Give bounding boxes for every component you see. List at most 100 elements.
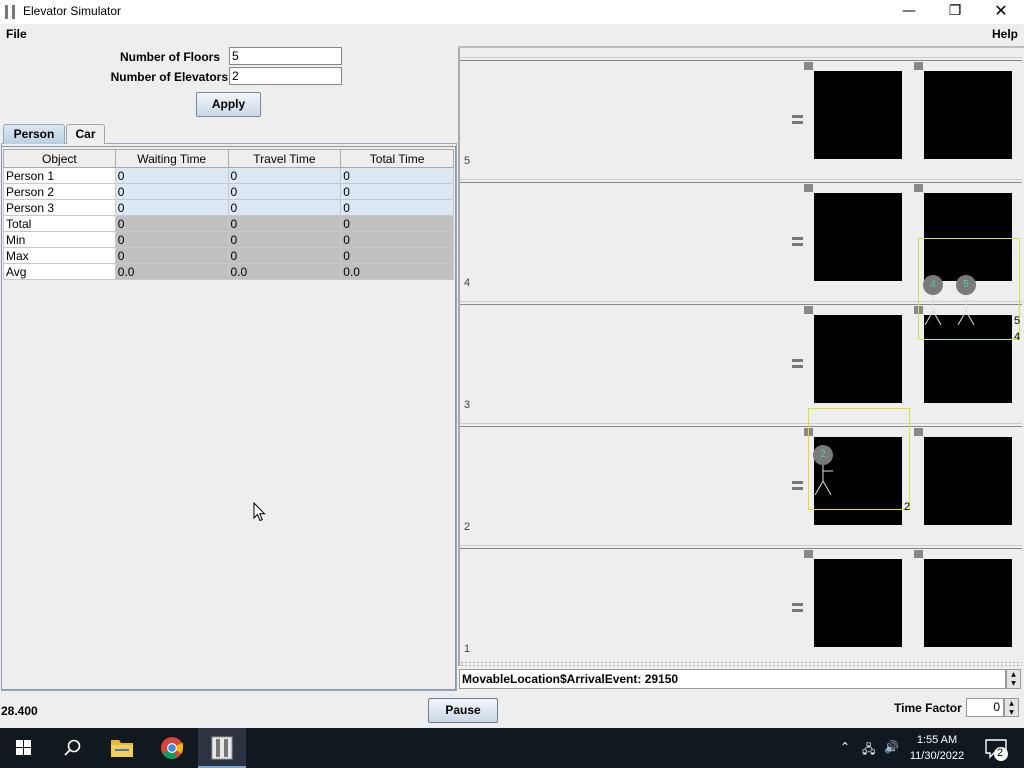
menu-help[interactable]: Help xyxy=(992,27,1018,41)
elevator-shaft xyxy=(924,71,1012,159)
cell-travel-time[interactable]: 0 xyxy=(227,247,342,264)
cell-total-time[interactable]: 0.0 xyxy=(340,263,454,280)
time-factor-spinner[interactable]: ▲ ▼ xyxy=(1004,698,1019,717)
table-row[interactable]: Person 2000 xyxy=(3,183,454,200)
cell-object[interactable]: Person 3 xyxy=(3,199,116,216)
chrome-icon[interactable] xyxy=(148,728,196,768)
column-header-waiting-time[interactable]: Waiting Time xyxy=(114,149,229,168)
elevator-shaft xyxy=(814,315,902,403)
cell-total-time[interactable]: 0 xyxy=(340,231,454,248)
cell-waiting-time[interactable]: 0 xyxy=(114,199,229,216)
taskbar-date: 11/30/2022 xyxy=(909,750,965,762)
cell-waiting-time[interactable]: 0 xyxy=(114,167,229,184)
table-row[interactable]: Total 0 0 0 xyxy=(3,215,454,232)
car1-indicator xyxy=(804,184,813,192)
file-explorer-icon[interactable] xyxy=(98,728,146,768)
time-factor-input[interactable]: 0 xyxy=(966,698,1004,717)
minimize-button[interactable]: — xyxy=(886,0,932,24)
call-button-icon[interactable] xyxy=(792,481,803,490)
car1-indicator xyxy=(804,550,813,558)
car2-indicator xyxy=(914,428,923,436)
mouse-cursor-icon xyxy=(253,502,266,522)
call-button-icon[interactable] xyxy=(792,115,803,124)
taskbar-clock[interactable]: 1:55 AM 11/30/2022 xyxy=(904,732,970,764)
floor-number-label: 4 xyxy=(464,277,471,289)
cell-waiting-time[interactable]: 0.0 xyxy=(114,263,229,280)
table-row[interactable]: Avg 0.0 0.0 0.0 xyxy=(3,263,454,280)
floor-number-label: 3 xyxy=(464,399,471,411)
maximize-button[interactable]: ❐ xyxy=(932,0,978,24)
cell-total-time[interactable]: 0 xyxy=(340,167,454,184)
floors-label: Number of Floors xyxy=(119,50,220,64)
pause-button[interactable]: Pause xyxy=(428,698,498,723)
menu-file[interactable]: File xyxy=(6,27,27,41)
cell-object[interactable]: Min xyxy=(3,231,116,248)
elevators-label: Number of Elevators xyxy=(110,70,228,84)
cell-waiting-time[interactable]: 0 xyxy=(114,247,229,264)
elevator-shaft xyxy=(924,559,1012,647)
tab-car[interactable]: Car xyxy=(66,124,105,144)
cell-object[interactable]: Total xyxy=(3,215,116,232)
table-row[interactable]: Min 0 0 0 xyxy=(3,231,454,248)
event-spinner[interactable]: ▲ ▼ xyxy=(1006,669,1021,689)
cell-travel-time[interactable]: 0.0 xyxy=(227,263,342,280)
column-header-travel-time[interactable]: Travel Time xyxy=(227,149,342,168)
elevator-shaft xyxy=(814,559,902,647)
elevators-input[interactable]: 2 xyxy=(229,67,342,85)
cell-travel-time[interactable]: 0 xyxy=(227,199,342,216)
floor-number-label: 5 xyxy=(464,155,471,167)
floor-line-shadow xyxy=(460,545,1022,546)
cell-object[interactable]: Max xyxy=(3,247,116,264)
person-body-icon xyxy=(957,295,976,326)
floor-line-shadow xyxy=(460,57,1022,58)
car1-indicator xyxy=(804,62,813,70)
cell-waiting-time[interactable]: 0 xyxy=(114,231,229,248)
tab-person[interactable]: Person xyxy=(3,124,65,144)
person-icon: 4 xyxy=(923,275,943,295)
event-field[interactable]: MovableLocation$ArrivalEvent: 29150 xyxy=(459,669,1006,689)
table-row[interactable]: Max 0 0 0 xyxy=(3,247,454,264)
floor-line xyxy=(460,548,1022,549)
cell-object[interactable]: Person 1 xyxy=(3,167,116,184)
floors-input[interactable]: 5 xyxy=(229,47,342,65)
column-header-total-time[interactable]: Total Time xyxy=(340,149,454,168)
floor-number-label: 1 xyxy=(464,643,471,655)
network-icon[interactable]: 🖧 xyxy=(862,740,875,761)
title-bar: Elevator Simulator — ❐ ✕ xyxy=(0,0,1024,24)
elevator-shaft xyxy=(814,193,902,281)
volume-icon[interactable]: 🔊 xyxy=(884,740,899,754)
floor-line xyxy=(460,426,1022,427)
cell-total-time[interactable]: 0 xyxy=(340,199,454,216)
windows-start-icon[interactable] xyxy=(0,728,48,768)
cell-total-time[interactable]: 0 xyxy=(340,215,454,232)
call-button-icon[interactable] xyxy=(792,603,803,612)
floor-number-label: 2 xyxy=(464,521,471,533)
time-factor-label: Time Factor xyxy=(894,701,962,715)
cell-total-time[interactable]: 0 xyxy=(340,247,454,264)
taskbar-time: 1:55 AM xyxy=(916,734,958,746)
cell-travel-time[interactable]: 0 xyxy=(227,231,342,248)
cell-object[interactable]: Person 2 xyxy=(3,183,116,200)
floor-line-shadow xyxy=(460,423,1022,424)
cell-travel-time[interactable]: 0 xyxy=(227,183,342,200)
apply-button[interactable]: Apply xyxy=(196,92,261,117)
menu-bar: File Help xyxy=(0,24,1024,44)
cell-travel-time[interactable]: 0 xyxy=(227,215,342,232)
close-button[interactable]: ✕ xyxy=(978,0,1024,24)
table-row[interactable]: Person 1000 xyxy=(3,167,454,184)
call-button-icon[interactable] xyxy=(792,237,803,246)
column-header-object[interactable]: Object xyxy=(3,149,116,168)
table-row[interactable]: Person 3000 xyxy=(3,199,454,216)
car-floor-label: 4 xyxy=(1014,331,1021,343)
cell-waiting-time[interactable]: 0 xyxy=(114,183,229,200)
splitter[interactable] xyxy=(460,661,1022,667)
search-icon[interactable] xyxy=(48,728,96,768)
notifications-icon[interactable]: 2 xyxy=(974,728,1024,768)
cell-total-time[interactable]: 0 xyxy=(340,183,454,200)
cell-waiting-time[interactable]: 0 xyxy=(114,215,229,232)
cell-object[interactable]: Avg xyxy=(3,263,116,280)
call-button-icon[interactable] xyxy=(792,359,803,368)
elevator-app-taskbar-icon[interactable] xyxy=(198,728,246,768)
cell-travel-time[interactable]: 0 xyxy=(227,167,342,184)
show-hidden-icons-icon[interactable]: ⌃ xyxy=(840,740,850,754)
